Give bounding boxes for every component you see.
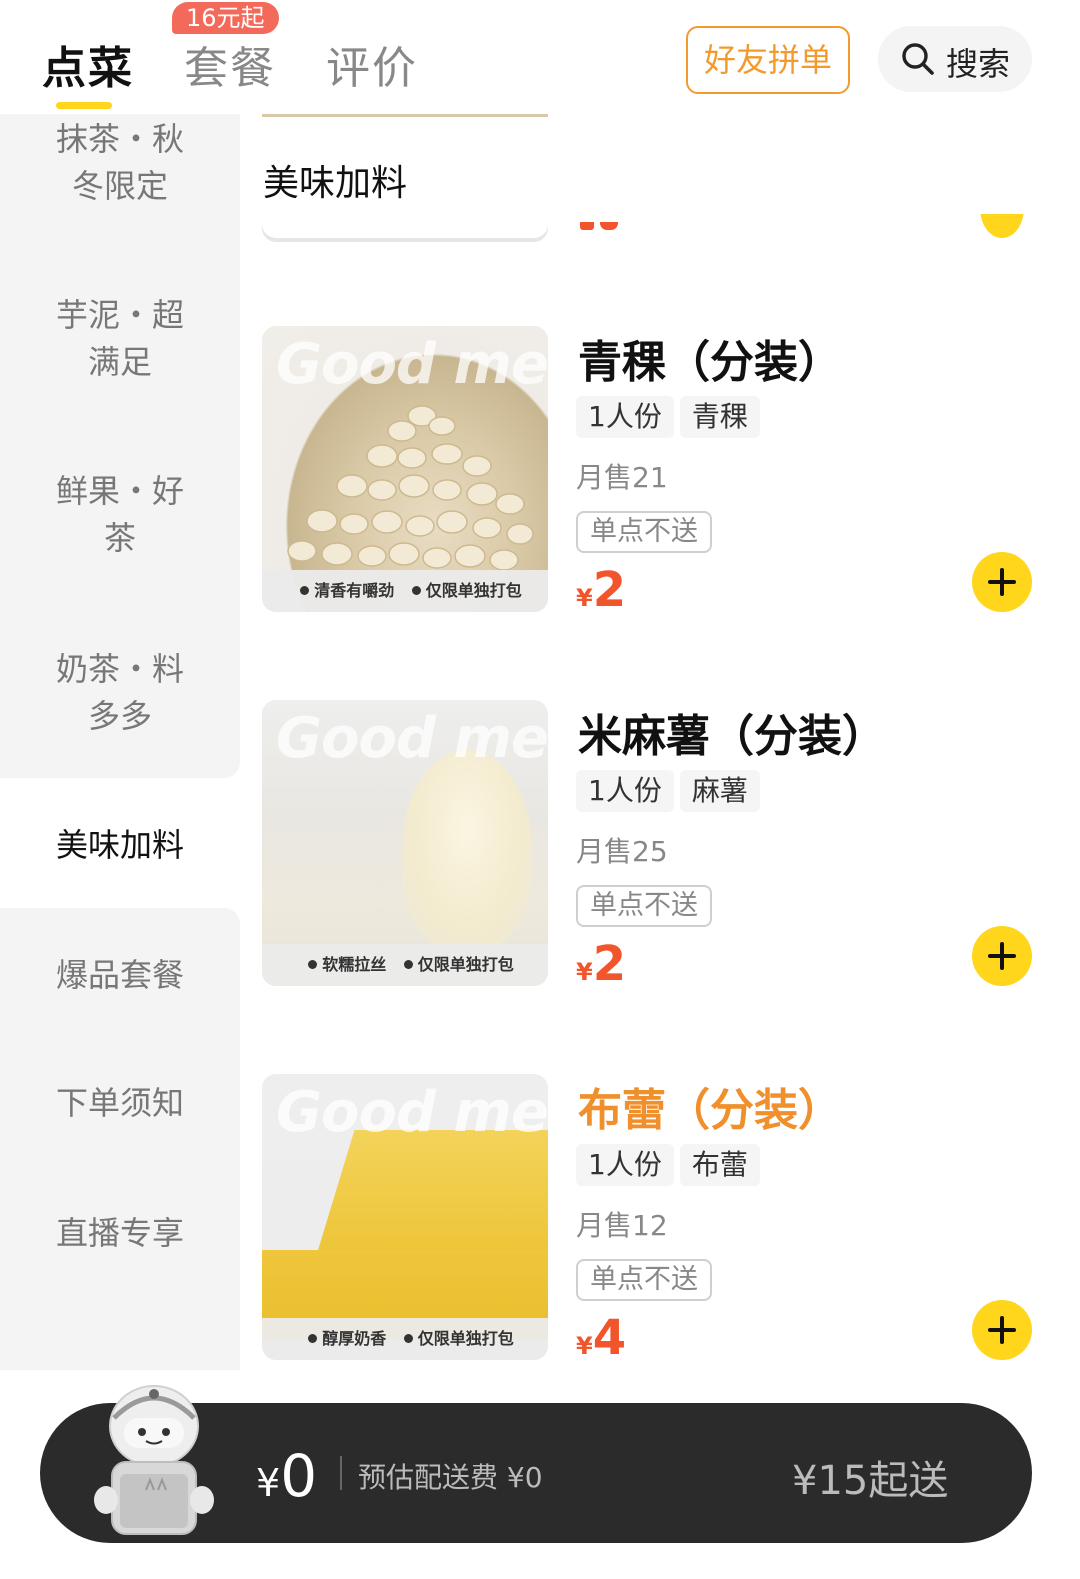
price-value: 4 [592,1310,627,1366]
product-price: ¥2 [576,562,626,618]
product-tag: 青稞 [679,396,760,438]
partial-price-cutoff [578,222,620,234]
search-label: 搜索 [946,45,1011,83]
active-tab-indicator [56,102,112,109]
product-tags: 1人份 布蕾 [576,1144,766,1186]
image-caption: 软糯拉丝 [322,955,387,974]
monthly-sales: 月售21 [576,461,668,494]
product-image[interactable]: Good me 软糯拉丝 仅限单独打包 [262,700,548,986]
sidebar-item-matcha[interactable]: 抹茶・秋冬限定 [0,116,240,210]
mascot-icon[interactable] [84,1378,224,1548]
product-tag: 麻薯 [679,770,760,812]
cart-amount-value: 0 [280,1442,318,1510]
no-single-delivery-badge: 单点不送 [576,885,712,927]
cart-currency: ¥ [256,1461,281,1505]
product-tags: 1人份 青稞 [576,396,766,438]
tab-reviews[interactable]: 评价 [326,32,418,96]
bullet-dot [308,1334,318,1343]
image-caption: 仅限单独打包 [417,1329,514,1348]
product-tags: 1人份 麻薯 [576,770,766,812]
product-name: 青稞（分装） [578,337,842,388]
sidebar-item-fruit-tea[interactable]: 鲜果・好茶 [0,468,240,562]
partial-add-button[interactable] [980,214,1024,238]
product-tag: 1人份 [576,396,674,438]
image-caption: 仅限单独打包 [425,581,522,600]
product-tag: 1人份 [576,770,674,812]
sidebar-item-bestseller-combo[interactable]: 爆品套餐 [0,952,240,999]
product-image[interactable]: Good me 醇厚奶香 仅限单独打包 [262,1074,548,1360]
bullet-dot [403,960,413,969]
plus-icon [988,568,1016,596]
image-caption: 醇厚奶香 [322,1329,387,1348]
search-button[interactable]: 搜索 [878,26,1032,92]
image-caption-bar: 清香有嚼劲 仅限单独打包 [262,570,548,612]
image-caption: 清香有嚼劲 [314,581,395,600]
price-currency: ¥ [576,958,593,986]
no-single-delivery-badge: 单点不送 [576,511,712,553]
section-title: 美味加料 [263,163,408,204]
monthly-sales: 月售12 [576,1209,668,1242]
tab-order[interactable]: 点菜 [42,32,134,96]
sidebar-item-order-notice[interactable]: 下单须知 [0,1080,240,1127]
product-card[interactable]: Good me 软糯拉丝 仅限单独打包 米麻薯（分装） 1人份 麻薯 月售25 单… [262,700,1032,992]
category-sidebar: 抹茶・秋冬限定 芋泥・超满足 鲜果・好茶 奶茶・料多多 美味加料 爆品套餐 下单… [0,114,240,1370]
barley-grains-illustration [287,405,534,571]
minimum-order-label: ¥15起送 [792,1458,949,1504]
image-brand-watermark: Good me [276,332,548,397]
image-caption-bar: 软糯拉丝 仅限单独打包 [262,944,548,986]
bullet-dot [300,586,310,595]
sidebar-item-live-exclusive[interactable]: 直播专享 [0,1210,240,1257]
top-header: 点菜 套餐 评价 16元起 好友拼单 搜索 [0,0,1080,114]
delivery-fee: 预估配送费 ¥0 [358,1461,543,1494]
product-name: 米麻薯（分装） [578,711,886,762]
price-currency: ¥ [576,584,593,612]
product-price: ¥2 [576,936,626,992]
price-value: 2 [592,562,627,618]
price-value: 2 [592,936,627,992]
add-to-cart-button[interactable] [972,552,1032,612]
price-currency: ¥ [576,1332,593,1360]
product-name: 布蕾（分装） [578,1085,842,1136]
product-image[interactable]: Good me 清香有嚼劲 仅限单独打包 [262,326,548,612]
search-icon [902,43,934,75]
plus-icon [988,1316,1016,1344]
bullet-dot [308,960,318,969]
cart-divider [340,1456,342,1490]
image-brand-watermark: Good me [276,706,548,771]
product-price: ¥4 [576,1310,626,1366]
product-tag: 布蕾 [679,1144,760,1186]
group-order-button[interactable]: 好友拼单 [686,26,850,94]
add-to-cart-button[interactable] [972,926,1032,986]
bullet-dot [411,586,421,595]
product-card[interactable]: Good me 清香有嚼劲 仅限单独打包 青稞（分装） 1人份 青稞 月售21 单… [262,326,1032,618]
product-tag: 1人份 [576,1144,674,1186]
sidebar-item-milk-tea[interactable]: 奶茶・料多多 [0,646,240,740]
monthly-sales: 月售25 [576,835,668,868]
image-brand-watermark: Good me [276,1080,548,1145]
sidebar-item-taro[interactable]: 芋泥・超满足 [0,292,240,386]
no-single-delivery-badge: 单点不送 [576,1259,712,1301]
image-caption: 仅限单独打包 [417,955,514,974]
image-caption-bar: 醇厚奶香 仅限单独打包 [262,1318,548,1360]
bullet-dot [403,1334,413,1343]
product-card[interactable]: Good me 醇厚奶香 仅限单独打包 布蕾（分装） 1人份 布蕾 月售12 单点… [262,1074,1032,1366]
mochi-stretch-illustration [402,750,532,950]
combo-price-badge: 16元起 [172,2,279,34]
add-to-cart-button[interactable] [972,1300,1032,1360]
tab-combo[interactable]: 套餐 [184,32,276,96]
pudding-slab-illustration [312,1130,548,1270]
plus-icon [988,942,1016,970]
sidebar-item-toppings[interactable]: 美味加料 [0,822,240,869]
cart-total: ¥0 [256,1442,317,1510]
